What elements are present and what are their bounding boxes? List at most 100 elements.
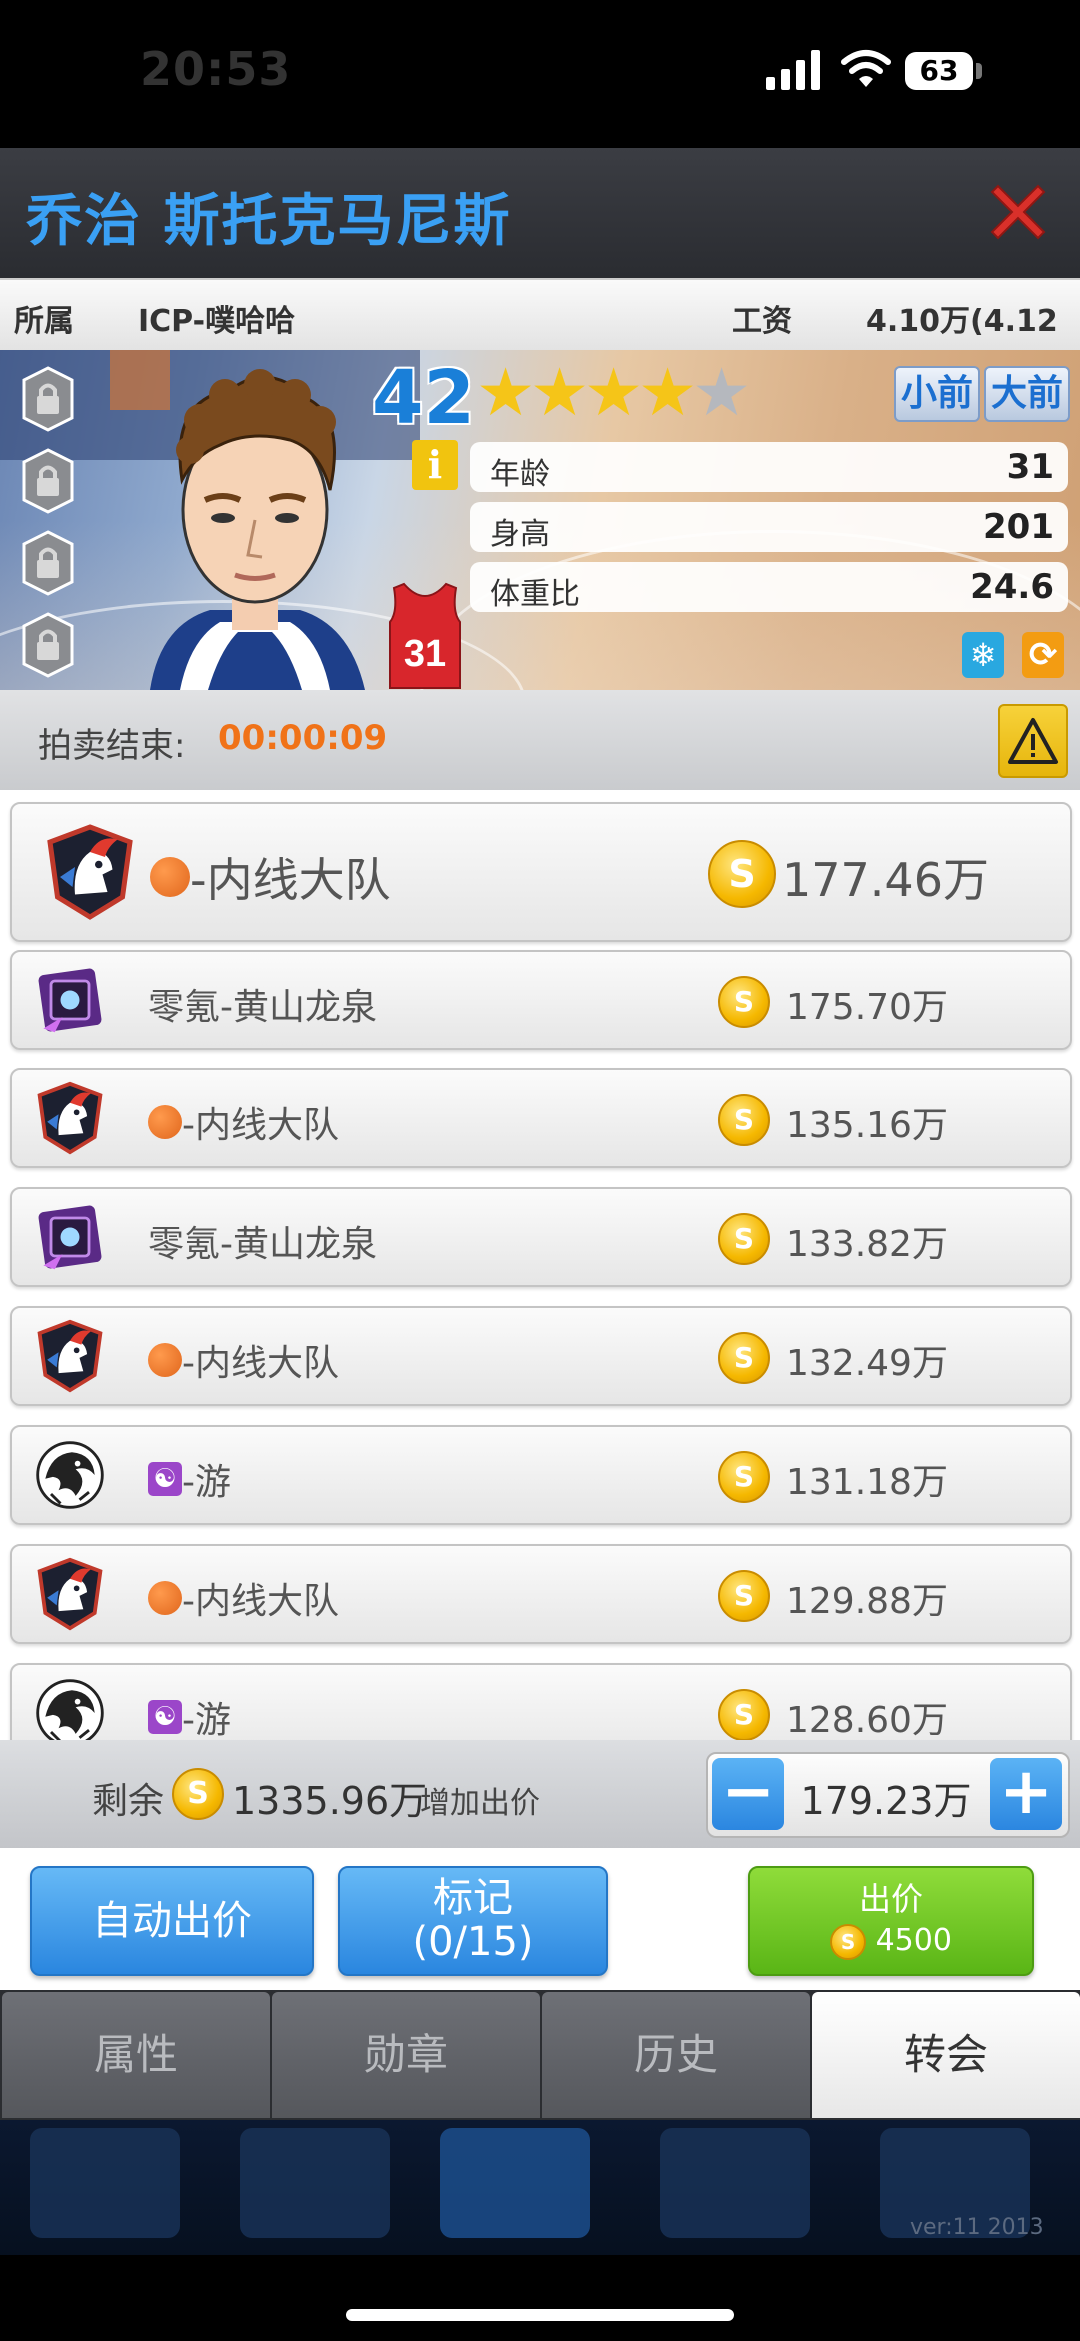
dock-icon [240, 2128, 390, 2238]
bid-amount: 131.18万 [786, 1462, 948, 1503]
dock-icon [440, 2128, 590, 2238]
place-bid-button[interactable]: 出价 S 4500 [748, 1866, 1034, 1976]
bid-team: 零氪-黄山龙泉 [148, 978, 377, 1030]
team-label: 所属 [14, 304, 74, 339]
stat-row-age: 年龄 31 [470, 442, 1068, 492]
team-name: ICP-噗哈哈 [138, 304, 296, 339]
home-indicator[interactable] [346, 2309, 734, 2321]
bid-team-name: -内线大队 [182, 1343, 339, 1384]
star-empty-icon: ★ [692, 354, 752, 431]
coin-icon: S [718, 1570, 770, 1622]
yin-yang-icon: ☯ [148, 1700, 182, 1734]
auction-end-label: 拍卖结束: [38, 726, 186, 766]
position-power-forward[interactable]: 大前 [984, 366, 1070, 422]
bid-label: 出价 [858, 1880, 923, 1918]
bid-amount: 132.49万 [786, 1343, 948, 1384]
position-small-forward[interactable]: 小前 [894, 366, 980, 422]
bid-amount: 129.88万 [786, 1581, 948, 1622]
jersey-number: 31 [404, 633, 446, 675]
stat-value: 24.6 [970, 567, 1054, 607]
coin-icon: S [718, 1451, 770, 1503]
star-filled-icon: ★ [476, 354, 536, 431]
bid-team: -内线大队 [148, 1334, 339, 1386]
tab-history[interactable]: 历史 [542, 1992, 810, 2118]
remaining-amount: 1335.96万 [232, 1779, 428, 1823]
mark-count: (0/15) [412, 1919, 534, 1965]
coin-icon: S [718, 1213, 770, 1265]
bid-team: -内线大队 [148, 1096, 339, 1148]
refresh-icon[interactable]: ⟳ [1022, 632, 1064, 678]
bid-row[interactable]: -内线大队 S 132.49万 [10, 1306, 1072, 1406]
salary-label: 工资 [732, 304, 792, 339]
auto-bid-button[interactable]: 自动出价 [30, 1866, 314, 1976]
wifi-icon [841, 50, 891, 87]
battery-icon: 63 [905, 52, 973, 90]
bid-row[interactable]: 零氪-黄山龙泉 S 133.82万 [10, 1187, 1072, 1287]
battery-tip [976, 63, 982, 79]
basketball-icon [148, 1581, 182, 1615]
increase-bid-button[interactable]: + [990, 1758, 1062, 1830]
bid-team: -内线大队 [150, 844, 391, 910]
dock-icon [30, 2128, 180, 2238]
coin-icon: S [708, 840, 776, 908]
stat-label: 体重比 [490, 577, 580, 612]
tab-attributes[interactable]: 属性 [2, 1992, 270, 2118]
team-logo-icon [32, 1080, 108, 1160]
locked-slot-icon[interactable] [22, 612, 74, 678]
team-logo-icon [32, 1556, 108, 1636]
coin-icon: S [718, 1094, 770, 1146]
team-logo-icon [32, 1437, 108, 1517]
locked-slot-icon[interactable] [22, 530, 74, 596]
bid-amount: 133.82万 [786, 1224, 948, 1265]
bid-row[interactable]: -内线大队 S 135.16万 [10, 1068, 1072, 1168]
bid-amount: 135.16万 [786, 1105, 948, 1146]
bid-amount: 177.46万 [782, 853, 989, 907]
coin-icon: S [830, 1923, 867, 1960]
close-icon[interactable] [982, 176, 1054, 248]
team-logo-icon [32, 1675, 108, 1740]
bid-team-name: -内线大队 [182, 1581, 339, 1622]
bid-team-name: 零氪-黄山龙泉 [148, 1224, 377, 1265]
bid-team-name: -游 [182, 1462, 231, 1503]
tab-medals[interactable]: 勋章 [272, 1992, 540, 2118]
basketball-icon [150, 857, 190, 897]
stat-label: 身高 [490, 517, 550, 552]
bid-row[interactable]: ☯ -游 S 131.18万 [10, 1425, 1072, 1525]
tab-transfer[interactable]: 转会 [812, 1992, 1080, 2118]
snowflake-icon[interactable]: ❄ [962, 632, 1004, 678]
bid-row[interactable]: -内线大队 S 129.88万 [10, 1544, 1072, 1644]
bid-team: ☯ -游 [148, 1691, 231, 1740]
version-text: ver:11 2013 [910, 2215, 1044, 2240]
mark-button[interactable]: 标记 (0/15) [338, 1866, 608, 1976]
info-icon[interactable]: i [412, 440, 458, 490]
star-filled-icon: ★ [584, 354, 644, 431]
bid-amount: 175.70万 [786, 987, 948, 1028]
locked-slot-icon[interactable] [22, 448, 74, 514]
coin-icon: S [718, 1689, 770, 1740]
warning-icon[interactable] [998, 704, 1068, 778]
bid-team-name: -内线大队 [190, 853, 391, 907]
mark-label: 标记 [433, 1875, 513, 1921]
jersey-icon: 31 [389, 582, 461, 689]
locked-slot-icon[interactable] [22, 366, 74, 432]
bid-team-name: -游 [182, 1700, 231, 1740]
bid-row[interactable]: ☯ -游 S 128.60万 [10, 1663, 1072, 1740]
bid-list[interactable]: -内线大队 S 177.46万 零氪-黄山龙泉 S 175.70万 -内线大队 S 135.16… [0, 790, 1080, 1740]
bid-row[interactable]: -内线大队 S 177.46万 [10, 802, 1072, 942]
player-avatar [150, 369, 365, 690]
add-bid-label: 增加出价 [420, 1786, 540, 1821]
basketball-icon [148, 1105, 182, 1139]
bid-team-name: 零氪-黄山龙泉 [148, 987, 377, 1028]
bid-value[interactable]: 179.23万 [780, 1770, 992, 1825]
dock-icon [660, 2128, 810, 2238]
decrease-bid-button[interactable]: − [712, 1758, 784, 1830]
bid-team: 零氪-黄山龙泉 [148, 1215, 377, 1267]
bid-cost: 4500 [875, 1923, 952, 1958]
bid-team-name: -内线大队 [182, 1105, 339, 1146]
stat-value: 201 [983, 507, 1054, 547]
yin-yang-icon: ☯ [148, 1462, 182, 1496]
bid-row[interactable]: 零氪-黄山龙泉 S 175.70万 [10, 950, 1072, 1050]
bid-team: ☯ -游 [148, 1453, 231, 1505]
star-filled-icon: ★ [530, 354, 590, 431]
remaining-label: 剩余 [92, 1781, 165, 1822]
